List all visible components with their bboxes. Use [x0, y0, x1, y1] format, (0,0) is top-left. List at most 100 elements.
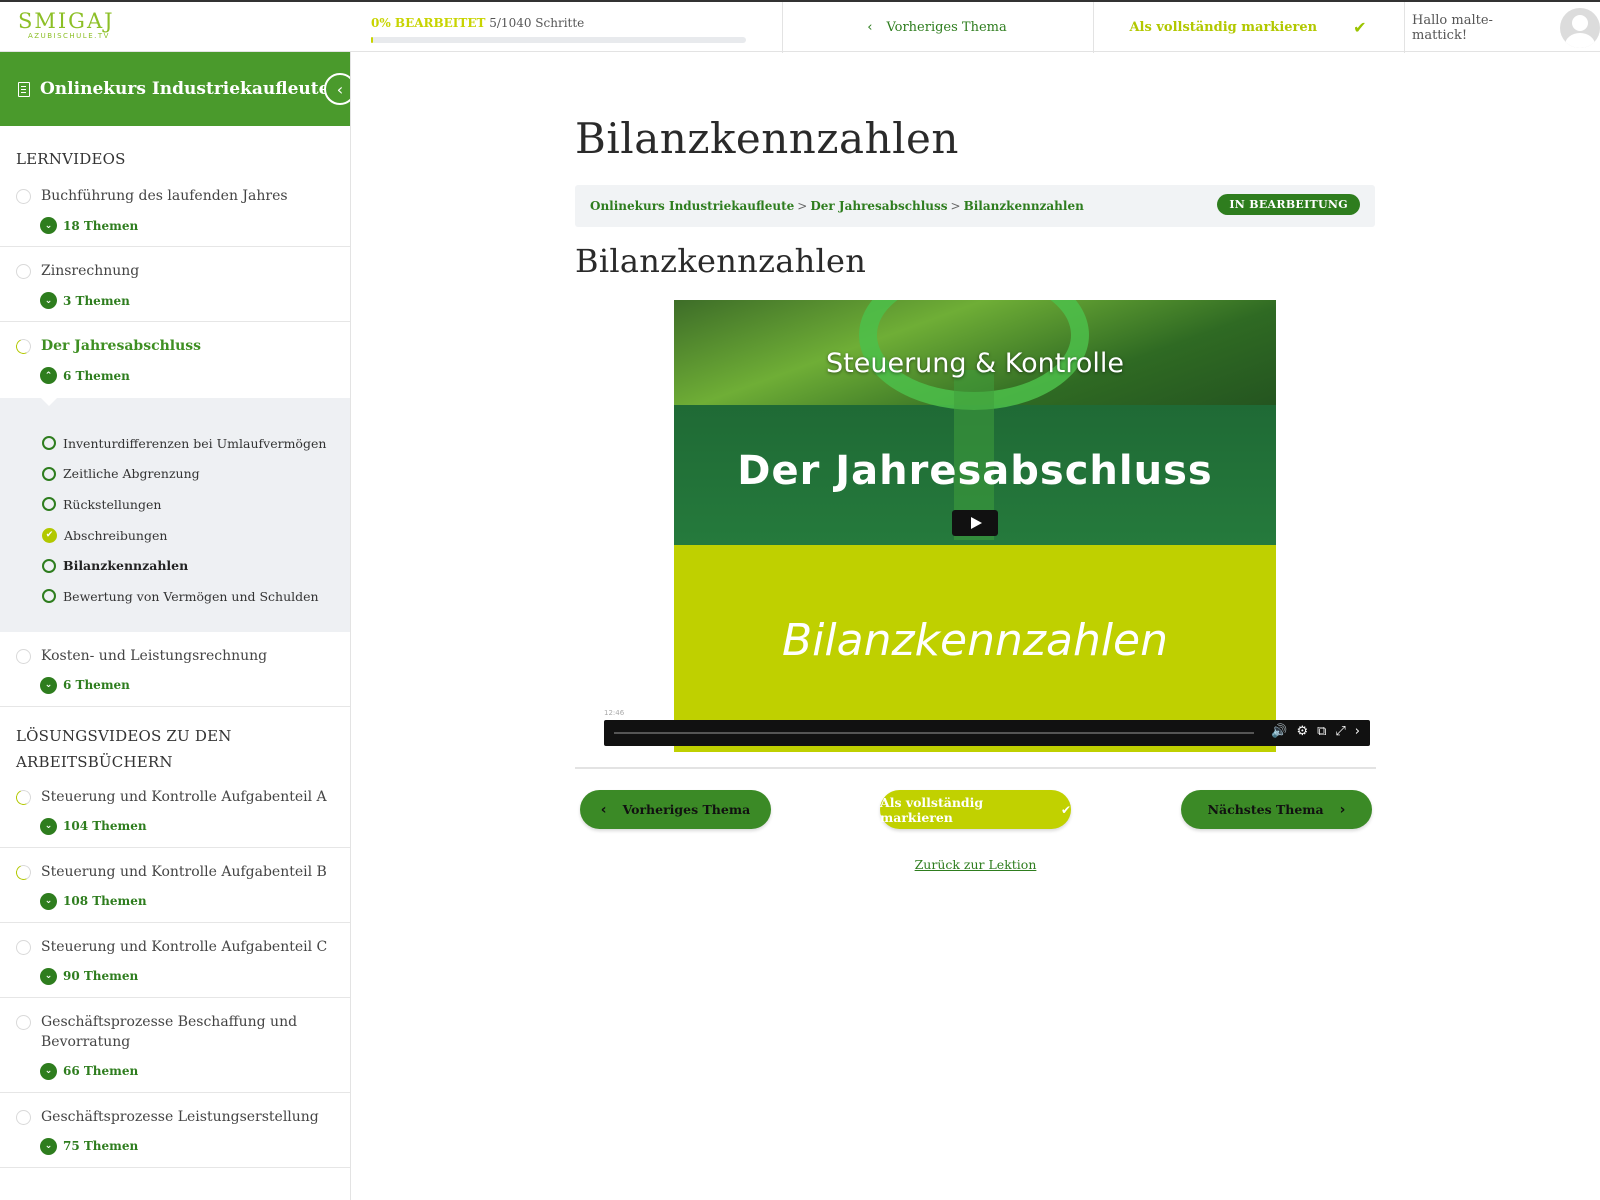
lesson-title: Geschäftsprozesse Leistungserstellung — [41, 1108, 319, 1125]
lesson-item: Geschäftsprozesse Leistungserstellung ⌄ … — [0, 1093, 350, 1168]
status-open-icon — [42, 589, 56, 604]
status-empty-icon — [16, 264, 31, 279]
section-heading-loesungsvideos: LÖSUNGSVIDEOS ZU DEN ARBEITSBÜCHERN — [16, 726, 232, 771]
volume-icon[interactable]: 🔊 — [1271, 724, 1287, 739]
topic-list: Inventurdifferenzen bei Umlaufvermögen Z… — [0, 397, 350, 632]
lesson-item: Steuerung und Kontrolle Aufgabenteil A ⌄… — [0, 777, 350, 848]
lesson-title: Steuerung und Kontrolle Aufgabenteil B — [41, 863, 327, 880]
topics-toggle[interactable]: ⌄ 104 Themen — [40, 817, 334, 835]
top-mark-complete-button[interactable]: Als vollständig markieren ✔ — [1093, 2, 1403, 53]
chevron-down-icon: ⌄ — [40, 292, 57, 309]
course-progress: 0% BEARBEITET 5/1040 Schritte — [371, 16, 746, 43]
lesson-title: Der Jahresabschluss — [41, 338, 202, 354]
topic-title: Bilanzkennzahlen — [63, 558, 189, 574]
topics-toggle[interactable]: ⌄ 108 Themen — [40, 892, 334, 910]
status-empty-icon — [16, 1109, 31, 1125]
breadcrumb-link-course[interactable]: Onlinekurs Industriekaufleute — [590, 199, 794, 213]
topics-count: 66 Themen — [63, 1064, 139, 1079]
topics-toggle[interactable]: ⌄ 6 Themen — [40, 676, 334, 694]
avatar[interactable] — [1560, 7, 1600, 48]
topics-toggle[interactable]: ⌃ 6 Themen — [40, 367, 334, 384]
next-topic-label: Nächstes Thema — [1207, 802, 1324, 817]
course-title[interactable]: Onlinekurs Industriekaufleute — [40, 79, 329, 99]
mark-complete-button[interactable]: Als vollständig markieren ✔ — [880, 790, 1071, 829]
topics-toggle[interactable]: ⌄ 75 Themen — [40, 1137, 334, 1155]
lesson-link[interactable]: Der Jahresabschluss — [13, 336, 334, 357]
status-in-progress-icon — [13, 336, 34, 357]
status-open-icon — [42, 466, 56, 481]
user-menu[interactable]: Hallo malte-mattick! — [1404, 2, 1600, 53]
breadcrumb-link-lesson[interactable]: Der Jahresabschluss — [810, 199, 947, 213]
lesson-item: Kosten- und Leistungsrechnung ⌄ 6 Themen — [0, 632, 350, 707]
chevron-down-icon: ⌄ — [40, 817, 57, 835]
lesson-link[interactable]: Geschäftsprozesse Beschaffung und Bevorr… — [16, 1012, 334, 1052]
topics-toggle[interactable]: ⌄ 90 Themen — [40, 967, 334, 985]
checkmark-icon: ✔ — [42, 527, 57, 543]
topic-title: Inventurdifferenzen bei Umlaufvermögen — [63, 435, 327, 451]
content-heading: Bilanzkennzahlen — [575, 242, 867, 280]
breadcrumb-separator: > — [797, 199, 808, 213]
next-topic-button[interactable]: Nächstes Thema › — [1181, 790, 1372, 829]
chevron-left-icon: ‹ — [336, 79, 344, 99]
top-previous-topic-button[interactable]: ‹ Vorheriges Thema — [782, 2, 1092, 53]
lesson-link[interactable]: Buchführung des laufenden Jahres — [16, 186, 334, 206]
status-open-icon — [42, 497, 56, 512]
video-scrubber[interactable] — [614, 732, 1254, 734]
collapse-sidebar-button[interactable]: ‹ — [324, 73, 350, 105]
lesson-link[interactable]: Zinsrechnung — [16, 261, 334, 281]
lesson-item: Zinsrechnung ⌄ 3 Themen — [0, 247, 350, 322]
status-in-progress-icon — [13, 862, 34, 882]
lesson-title: Steuerung und Kontrolle Aufgabenteil A — [41, 788, 327, 805]
checkmark-icon: ✔ — [1353, 18, 1367, 37]
document-icon — [18, 81, 30, 97]
previous-topic-button[interactable]: ‹ Vorheriges Thema — [580, 790, 771, 829]
logo[interactable]: SMIGAJ AZUBISCHULE.TV — [18, 10, 128, 40]
topic-item[interactable]: Zeitliche Abgrenzung — [42, 459, 350, 490]
lesson-title: Buchführung des laufenden Jahres — [41, 188, 288, 204]
course-header: Onlinekurs Industriekaufleute ‹ — [0, 52, 350, 126]
topic-item[interactable]: Inventurdifferenzen bei Umlaufvermögen — [42, 428, 350, 459]
topics-toggle[interactable]: ⌄ 66 Themen — [40, 1062, 334, 1080]
topic-title: Zeitliche Abgrenzung — [63, 466, 200, 482]
topic-title: Bewertung von Vermögen und Schulden — [63, 588, 319, 604]
topic-item[interactable]: Rückstellungen — [42, 489, 350, 520]
top-mark-complete-label: Als vollständig markieren — [1129, 20, 1318, 35]
picture-in-picture-icon[interactable]: ⧉ — [1317, 724, 1326, 739]
chevron-down-icon: ⌄ — [40, 967, 57, 985]
topics-toggle[interactable]: ⌄ 18 Themen — [40, 217, 334, 234]
chevron-right-icon: › — [1339, 801, 1346, 818]
mark-complete-label: Als vollständig markieren — [880, 794, 984, 825]
topic-item[interactable]: ✔ Abschreibungen — [42, 520, 350, 551]
chevron-right-icon[interactable]: › — [1355, 724, 1360, 739]
breadcrumb-separator: > — [950, 199, 961, 213]
lesson-item: Buchführung des laufenden Jahres ⌄ 18 Th… — [0, 178, 350, 247]
lesson-title: Geschäftsprozesse Beschaffung und Bevorr… — [41, 1013, 298, 1050]
lesson-link[interactable]: Steuerung und Kontrolle Aufgabenteil A — [13, 787, 334, 807]
topic-item[interactable]: Bewertung von Vermögen und Schulden — [42, 581, 350, 612]
page-title: Bilanzkennzahlen — [575, 114, 959, 163]
play-button[interactable] — [952, 510, 998, 536]
chevron-left-icon: ‹ — [867, 20, 873, 35]
lesson-title: Zinsrechnung — [41, 263, 140, 279]
section-heading-lernvideos: LERNVIDEOS — [16, 150, 126, 168]
fullscreen-icon[interactable]: ⤢ — [1335, 724, 1345, 739]
lesson-item-active: Der Jahresabschluss ⌃ 6 Themen — [0, 322, 350, 398]
back-to-lesson-link[interactable]: Zurück zur Lektion — [575, 857, 1376, 872]
lesson-link[interactable]: Steuerung und Kontrolle Aufgabenteil C — [16, 937, 334, 957]
topic-title: Abschreibungen — [64, 527, 168, 543]
breadcrumb-link-topic[interactable]: Bilanzkennzahlen — [964, 199, 1084, 213]
lesson-link[interactable]: Geschäftsprozesse Leistungserstellung — [16, 1107, 334, 1127]
topics-count: 108 Themen — [63, 894, 147, 909]
settings-gear-icon[interactable]: ⚙ — [1296, 724, 1308, 739]
topics-toggle[interactable]: ⌄ 3 Themen — [40, 292, 334, 309]
lesson-link[interactable]: Kosten- und Leistungsrechnung — [16, 646, 334, 666]
lesson-title: Steuerung und Kontrolle Aufgabenteil C — [41, 938, 328, 955]
chevron-down-icon: ⌄ — [40, 892, 57, 910]
lesson-link[interactable]: Steuerung und Kontrolle Aufgabenteil B — [13, 862, 334, 882]
video-poster[interactable]: Steuerung & Kontrolle Der Jahresabschlus… — [674, 300, 1276, 752]
topic-item-current[interactable]: Bilanzkennzahlen — [42, 550, 350, 581]
logo-wordmark: SMIGAJ — [18, 9, 115, 33]
chevron-left-icon: ‹ — [600, 801, 607, 818]
lesson-title: Kosten- und Leistungsrechnung — [41, 647, 268, 664]
video-caption-topic: Bilanzkennzahlen — [781, 615, 1169, 666]
